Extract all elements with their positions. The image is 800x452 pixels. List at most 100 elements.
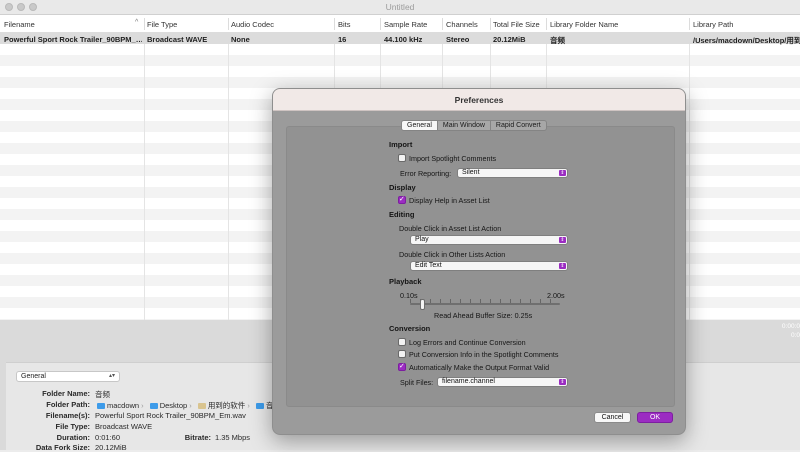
folder-path-breadcrumb: macdown › Desktop › 用到的软件 › 音 (95, 400, 273, 411)
split-files-popup[interactable]: filename.channel ⇕ (437, 377, 568, 387)
column-divider[interactable] (144, 18, 145, 30)
column-header-library-path[interactable]: Library Path (693, 20, 733, 29)
asset-list-action-value: Play (415, 236, 429, 243)
tab-rapid-convert[interactable]: Rapid Convert (491, 121, 546, 130)
column-header-total-file-size[interactable]: Total File Size (493, 20, 540, 29)
display-help-label: Display Help in Asset List (409, 196, 490, 205)
info-view-select-value: General (21, 373, 46, 380)
folder-name-label: Folder Name: (42, 389, 90, 398)
chevron-updown-icon: ⇕ (559, 263, 566, 269)
table-header: Filename ^ File Type Audio Codec Bits Sa… (0, 15, 800, 33)
cell-library-path: /Users/macdown/Desktop/用到 (693, 36, 800, 45)
cell-file-type: Broadcast WAVE (147, 35, 208, 44)
folder-icon (97, 403, 105, 409)
duration-value: 0:01:60 (95, 433, 121, 442)
asset-list-action-popup[interactable]: Play ⇕ (410, 235, 568, 245)
chevron-right-icon: › (189, 401, 192, 410)
tab-main-window[interactable]: Main Window (438, 121, 491, 130)
chevron-right-icon: › (141, 401, 144, 410)
asset-list-action-label: Double Click in Asset List Action (399, 224, 502, 233)
chevron-updown-icon: ⇕ (559, 379, 566, 385)
column-divider[interactable] (228, 18, 229, 30)
column-grid-line (228, 33, 229, 320)
tab-general[interactable]: General (402, 121, 438, 130)
auto-valid-format-label: Automatically Make the Output Format Val… (409, 363, 550, 372)
column-divider[interactable] (546, 18, 547, 30)
column-divider[interactable] (380, 18, 381, 30)
folder-name-value: 音频 (95, 390, 110, 399)
cell-channels: Stereo (446, 35, 470, 44)
path-segment[interactable]: macdown (107, 401, 139, 410)
section-heading-conversion: Conversion (389, 324, 431, 333)
time-readout: 0:0 (790, 332, 800, 339)
cell-filename: Powerful Sport Rock Trailer_90BPM_… (4, 35, 142, 44)
cell-total-file-size: 20.12MiB (493, 35, 526, 44)
column-divider[interactable] (442, 18, 443, 30)
column-grid-line (689, 33, 690, 320)
column-header-library-folder-name[interactable]: Library Folder Name (550, 20, 618, 29)
split-files-label: Split Files: (400, 378, 434, 387)
sort-ascending-icon: ^ (135, 19, 139, 26)
column-header-audio-codec[interactable]: Audio Codec (231, 20, 274, 29)
log-errors-label: Log Errors and Continue Conversion (409, 338, 526, 347)
chevron-updown-icon: ⇕ (559, 237, 566, 243)
cell-audio-codec: None (231, 35, 250, 44)
data-fork-size-label: Data Fork Size: (35, 443, 90, 452)
ok-button[interactable]: OK (637, 412, 673, 423)
table-row[interactable]: Powerful Sport Rock Trailer_90BPM_… Broa… (0, 33, 800, 45)
filenames-value: Powerful Sport Rock Trailer_90BPM_Em.wav (95, 411, 246, 420)
cell-sample-rate: 44.100 kHz (384, 35, 423, 44)
error-reporting-popup[interactable]: Silent ⇕ (457, 168, 568, 178)
folder-path-label: Folder Path: (46, 400, 90, 409)
split-files-value: filename.channel (442, 378, 495, 385)
folder-icon (149, 403, 158, 409)
section-heading-editing: Editing (389, 210, 415, 219)
cell-library-folder-name: 音频 (550, 36, 565, 45)
bitrate-label: Bitrate: (184, 433, 211, 442)
auto-valid-format-checkbox[interactable] (398, 362, 406, 371)
column-header-file-type[interactable]: File Type (147, 20, 177, 29)
import-spotlight-label: Import Spotlight Comments (409, 154, 497, 163)
column-header-sample-rate[interactable]: Sample Rate (384, 20, 427, 29)
folder-icon (255, 403, 264, 409)
folder-icon (197, 403, 206, 409)
other-lists-action-label: Double Click in Other Lists Action (399, 250, 506, 259)
error-reporting-label: Error Reporting: (400, 169, 452, 178)
path-segment[interactable]: 用到的软件 (208, 401, 246, 410)
cancel-button[interactable]: Cancel (594, 412, 631, 423)
put-conversion-info-checkbox[interactable] (398, 350, 406, 358)
time-readout: 0:00:0 (781, 323, 800, 330)
filenames-label: Filename(s): (45, 411, 90, 420)
file-type-label: File Type: (55, 422, 90, 431)
section-heading-playback: Playback (389, 277, 422, 286)
column-header-bits[interactable]: Bits (338, 20, 351, 29)
window-title: Untitled (385, 2, 415, 12)
column-divider[interactable] (490, 18, 491, 30)
other-lists-action-popup[interactable]: Edit Text ⇕ (410, 261, 568, 271)
info-view-select[interactable]: General ▴▾ (16, 371, 120, 382)
data-fork-size-value: 20.12MiB (95, 443, 127, 452)
section-heading-display: Display (389, 183, 416, 192)
bitrate-value: 1.35 Mbps (215, 433, 251, 442)
other-lists-action-value: Edit Text (415, 262, 442, 269)
log-errors-checkbox[interactable] (398, 338, 406, 346)
cell-bits: 16 (338, 35, 347, 44)
buffer-slider-track[interactable] (410, 303, 560, 305)
column-header-channels[interactable]: Channels (446, 20, 478, 29)
chevron-updown-icon: ▴▾ (108, 373, 115, 379)
section-heading-import: Import (389, 140, 413, 149)
path-segment[interactable]: Desktop (160, 401, 188, 410)
column-header-filename[interactable]: Filename (4, 20, 35, 29)
buffer-slider-thumb[interactable] (419, 299, 425, 310)
column-divider[interactable] (334, 18, 335, 30)
column-grid-line (144, 33, 145, 320)
display-help-checkbox[interactable] (398, 195, 406, 204)
import-spotlight-checkbox[interactable] (398, 154, 406, 162)
chevron-updown-icon: ⇕ (559, 170, 566, 176)
column-divider[interactable] (689, 18, 690, 30)
chevron-right-icon: › (247, 401, 250, 410)
title-bar: Untitled (0, 0, 800, 15)
duration-label: Duration: (56, 433, 90, 442)
buffer-size-label: Read Ahead Buffer Size: 0.25s (434, 311, 533, 320)
error-reporting-value: Silent (462, 169, 480, 176)
